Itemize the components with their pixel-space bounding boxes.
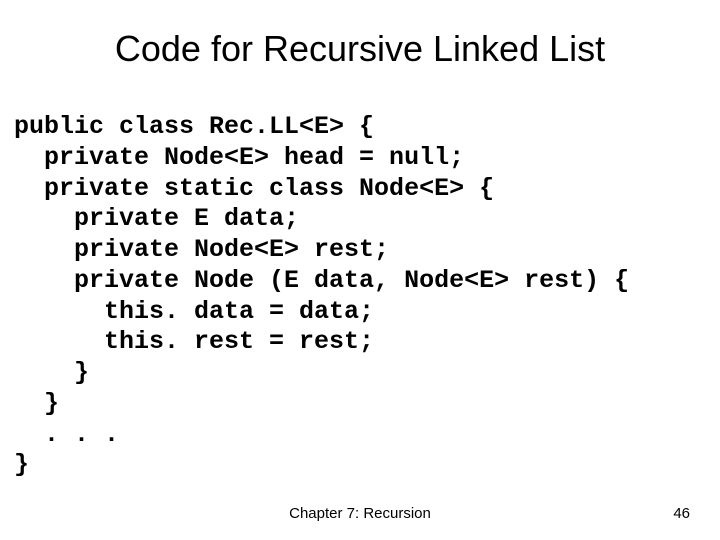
slide-title: Code for Recursive Linked List [0,28,720,70]
slide: Code for Recursive Linked List public cl… [0,0,720,540]
footer-chapter: Chapter 7: Recursion [0,505,720,522]
footer-page-number: 46 [673,505,690,522]
code-block: public class Rec.LL<E> { private Node<E>… [14,112,706,481]
